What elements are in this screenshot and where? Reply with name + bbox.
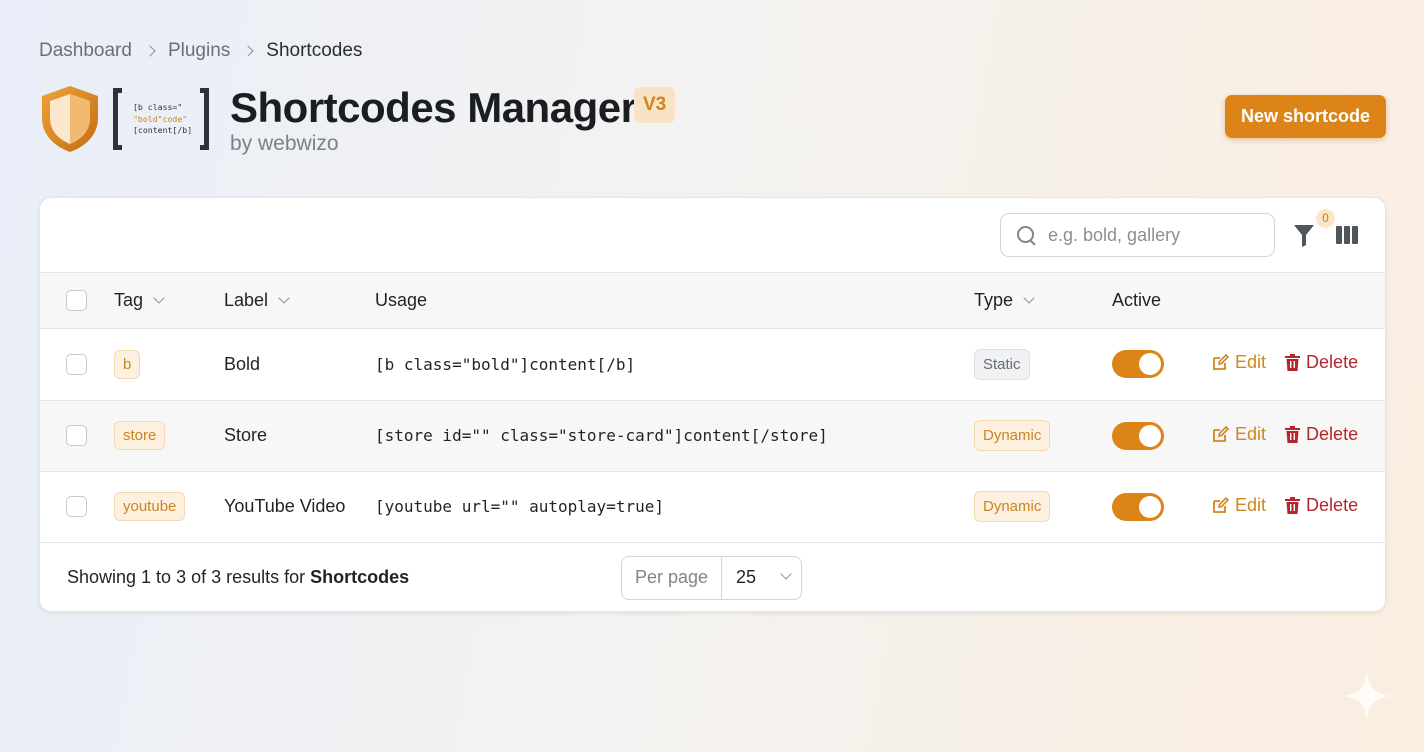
filter-icon[interactable]: [1294, 225, 1314, 247]
edit-icon: [1213, 425, 1229, 442]
tag-badge: youtube: [114, 492, 186, 521]
delete-button[interactable]: Delete: [1285, 352, 1358, 373]
per-page-select[interactable]: Per page 25: [621, 555, 802, 600]
search-icon: [1016, 225, 1036, 245]
breadcrumb-dashboard[interactable]: Dashboard: [39, 40, 132, 62]
column-usage: Usage: [375, 289, 428, 310]
active-toggle[interactable]: [1112, 421, 1164, 450]
search-box: [1000, 213, 1275, 257]
delete-button[interactable]: Delete: [1285, 495, 1358, 516]
trash-icon: [1285, 354, 1301, 371]
chevron-down-icon: [1023, 292, 1035, 304]
table-row: youtube YouTube Video [youtube url="" au…: [40, 471, 1385, 542]
trash-icon: [1285, 425, 1301, 443]
breadcrumb-plugins[interactable]: Plugins: [168, 40, 230, 62]
row-checkbox[interactable]: [66, 353, 87, 375]
per-page-value: 25: [736, 567, 757, 587]
type-badge: Static: [974, 348, 1030, 380]
breadcrumb: Dashboard Plugins Shortcodes: [39, 40, 362, 62]
chevron-right-icon: [242, 45, 254, 57]
shortcodes-table-card: 0 Tag Label Usage Type Active b Bold [b …: [39, 197, 1386, 612]
row-label: Store: [224, 425, 268, 445]
active-toggle[interactable]: [1112, 492, 1164, 521]
row-usage: [b class="bold"]content[/b]: [375, 354, 636, 374]
per-page-label: Per page: [622, 556, 722, 599]
page-title: Shortcodes Manager: [230, 84, 637, 131]
column-tag[interactable]: Tag: [114, 273, 224, 328]
column-active: Active: [1112, 289, 1162, 310]
row-label: YouTube Video: [224, 496, 346, 516]
version-badge: V3: [634, 87, 676, 123]
edit-button[interactable]: Edit: [1212, 352, 1266, 373]
row-label: Bold: [224, 353, 261, 374]
filter-count-badge: 0: [1316, 209, 1335, 228]
type-badge: Dynamic: [974, 491, 1051, 522]
edit-button[interactable]: Edit: [1212, 424, 1266, 445]
table-row: b Bold [b class="bold"]content[/b] Stati…: [40, 328, 1385, 400]
edit-icon: [1213, 354, 1229, 370]
chevron-down-icon: [153, 292, 165, 304]
new-shortcode-button[interactable]: New shortcode: [1225, 95, 1386, 138]
row-checkbox[interactable]: [66, 425, 87, 447]
column-type[interactable]: Type: [974, 273, 1112, 328]
shortcodes-table: Tag Label Usage Type Active b Bold [b cl…: [40, 273, 1385, 543]
columns-icon[interactable]: [1336, 226, 1358, 244]
type-badge: Dynamic: [974, 420, 1051, 451]
table-toolbar: 0: [40, 198, 1385, 273]
column-actions: [1212, 273, 1385, 328]
row-usage: [youtube url="" autoplay=true]: [375, 497, 664, 516]
chevron-right-icon: [144, 45, 156, 57]
edit-icon: [1213, 496, 1229, 513]
byline: by webwizo: [230, 132, 339, 155]
row-usage: [store id="" class="store-card"]content[…: [375, 426, 828, 445]
column-label[interactable]: Label: [224, 273, 375, 328]
row-checkbox[interactable]: [66, 496, 87, 518]
select-all-checkbox[interactable]: [66, 290, 87, 312]
table-footer: Showing 1 to 3 of 3 results for Shortcod…: [40, 543, 1385, 612]
search-input[interactable]: [1048, 224, 1248, 246]
delete-button[interactable]: Delete: [1285, 424, 1358, 445]
chevron-down-icon: [278, 292, 290, 304]
results-summary: Showing 1 to 3 of 3 results for Shortcod…: [67, 566, 410, 587]
active-toggle[interactable]: [1112, 350, 1164, 378]
breadcrumb-current: Shortcodes: [266, 40, 363, 61]
table-row: store Store [store id="" class="store-ca…: [40, 400, 1385, 471]
shield-icon: [42, 86, 98, 152]
table-header-row: Tag Label Usage Type Active: [40, 273, 1385, 328]
tag-badge: store: [114, 421, 166, 450]
shortcode-logo: [b class=" "bold"code" [content[/b]: [113, 88, 209, 150]
chevron-down-icon: [780, 567, 792, 580]
tag-badge: b: [114, 349, 141, 379]
trash-icon: [1285, 496, 1301, 514]
edit-button[interactable]: Edit: [1212, 495, 1266, 516]
sparkle-icon: [1343, 672, 1391, 720]
